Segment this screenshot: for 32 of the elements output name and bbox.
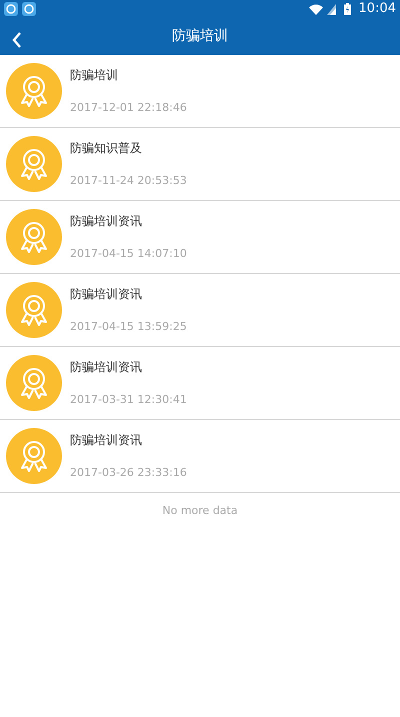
item-title: 防骗培训资讯 bbox=[70, 212, 143, 230]
list-item[interactable]: 防骗培训 2017-12-01 22:18:46 bbox=[0, 55, 400, 128]
item-title: 防骗培训资讯 bbox=[70, 358, 143, 376]
list-item[interactable]: 防骗培训资讯 2017-03-31 12:30:41 bbox=[0, 347, 400, 420]
app-icon bbox=[22, 2, 36, 16]
list-item[interactable]: 防骗知识普及 2017-11-24 20:53:53 bbox=[0, 128, 400, 201]
list-item[interactable]: 防骗培训资讯 2017-04-15 14:07:10 bbox=[0, 201, 400, 274]
medal-icon bbox=[6, 136, 62, 192]
item-date: 2017-11-24 20:53:53 bbox=[70, 172, 187, 189]
medal-icon bbox=[6, 282, 62, 338]
item-title: 防骗培训 bbox=[70, 66, 119, 84]
battery-icon bbox=[344, 3, 351, 15]
medal-icon bbox=[6, 355, 62, 411]
medal-icon bbox=[6, 428, 62, 484]
item-date: 2017-03-26 23:33:16 bbox=[70, 464, 187, 481]
medal-icon bbox=[6, 209, 62, 265]
item-date: 2017-12-01 22:18:46 bbox=[70, 100, 187, 116]
item-title: 防骗培训资讯 bbox=[70, 286, 143, 303]
signal-icon bbox=[326, 4, 336, 14]
list-item[interactable]: 防骗培训资讯 2017-03-26 23:33:16 bbox=[0, 420, 400, 493]
item-date: 2017-03-31 12:30:41 bbox=[70, 392, 187, 408]
medal-icon bbox=[6, 63, 62, 119]
page-title: 防骗培训 bbox=[172, 27, 228, 46]
item-date: 2017-04-15 14:07:10 bbox=[70, 246, 187, 262]
item-title: 防骗知识普及 bbox=[70, 140, 143, 157]
app-icon bbox=[4, 2, 18, 16]
clock-time: 10:04 bbox=[358, 0, 396, 18]
item-date: 2017-04-15 13:59:25 bbox=[70, 318, 187, 335]
no-more-data-text: No more data bbox=[162, 503, 238, 519]
wifi-icon bbox=[308, 4, 323, 14]
list-item[interactable]: 防骗培训资讯 2017-04-15 13:59:25 bbox=[0, 274, 400, 347]
item-title: 防骗培训资讯 bbox=[70, 432, 143, 449]
